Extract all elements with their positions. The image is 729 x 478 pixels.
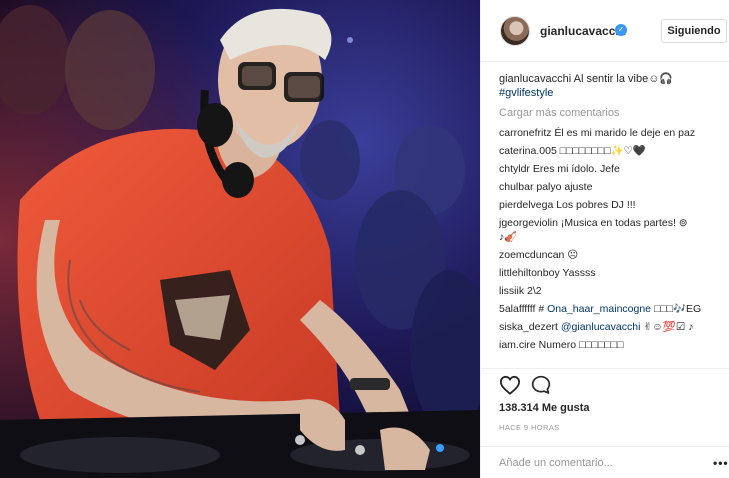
comment-text: Numero □□□□□□□ <box>535 339 624 351</box>
post-header: gianlucavacchi ✓ Siguiendo <box>481 0 729 62</box>
comment-text-tail: □□□🎶EG <box>651 303 702 315</box>
author-username[interactable]: gianlucavacchi <box>540 24 626 38</box>
comment-username[interactable]: jgeorgeviolin <box>499 217 558 229</box>
comment-text: Los pobres DJ !!! <box>553 199 636 211</box>
caption-hashtag[interactable]: #gvlifestyle <box>499 87 553 99</box>
comment-mention[interactable]: @gianlucavacchi <box>561 321 641 333</box>
caption-username[interactable]: gianlucavacchi <box>499 73 571 85</box>
comment-text: 2\2 <box>524 285 542 297</box>
comment-item: siska_dezert @gianlucavacchi ✌☺💯☑ ♪ <box>499 320 724 338</box>
comment-text: ☹ <box>564 249 579 261</box>
post-caption: gianlucavacchi Al sentir la vibe☺🎧 #gvli… <box>499 72 724 100</box>
comments-list: gianlucavacchi Al sentir la vibe☺🎧 #gvli… <box>499 72 724 356</box>
comment-item: littlehiltonboy Yassss <box>499 266 724 284</box>
heart-icon[interactable] <box>499 375 521 395</box>
comment-username[interactable]: caterina.005 <box>499 145 557 157</box>
post-timestamp[interactable]: HACE 9 HORAS <box>499 423 560 432</box>
comment-item-continuation: ♪🎻 <box>499 230 724 248</box>
comment-username[interactable]: 5alaffffff <box>499 303 535 315</box>
load-more-comments-link[interactable]: Cargar más comentarios <box>499 106 724 120</box>
comment-text-tail: ✌☺💯☑ ♪ <box>640 321 694 333</box>
comment-username[interactable]: littlehiltonboy <box>499 267 560 279</box>
comment-item: jgeorgeviolin ¡Musica en todas partes! ⊚ <box>499 216 724 230</box>
caption-text: Al sentir la vibe☺🎧 <box>571 73 674 85</box>
comment-text: Yassss <box>559 267 596 279</box>
like-count[interactable]: 138.314 Me gusta <box>499 402 590 414</box>
comment-username[interactable]: chulbar <box>499 181 533 193</box>
post-actions: 138.314 Me gusta HACE 9 HORAS <box>481 368 729 446</box>
post-photo[interactable] <box>0 0 480 478</box>
post-side-panel: gianlucavacchi ✓ Siguiendo gianlucavacch… <box>480 0 729 478</box>
comment-item: carronefritz Él es mi marido le deje en … <box>499 126 724 144</box>
comment-text: Eres mi ídolo. Jefe <box>529 163 620 175</box>
comment-username[interactable]: zoemcduncan <box>499 249 564 261</box>
comment-mention[interactable]: Ona_haar_maincogne <box>547 303 651 315</box>
avatar[interactable] <box>500 16 530 46</box>
comment-item: lissiik 2\2 <box>499 284 724 302</box>
comment-username[interactable]: iam.cire <box>499 339 536 351</box>
comment-item: zoemcduncan ☹ <box>499 248 724 266</box>
dj-photo-illustration <box>0 0 480 478</box>
comment-text: # <box>535 303 548 315</box>
comment-item: pierdelvega Los pobres DJ !!! <box>499 198 724 216</box>
comment-text: palyo ajuste <box>533 181 593 193</box>
comment-item: 5alaffffff # Ona_haar_maincogne □□□🎶EG <box>499 302 724 320</box>
following-button[interactable]: Siguiendo <box>661 19 727 43</box>
add-comment-input[interactable] <box>499 455 689 471</box>
comment-text: ♪🎻 <box>499 231 518 243</box>
comment-username[interactable]: chtyldr <box>499 163 530 175</box>
comment-item: caterina.005 □□□□□□□□✨♡🖤 <box>499 144 724 162</box>
comment-username[interactable]: siska_dezert <box>499 321 558 333</box>
comment-item: chulbar palyo ajuste <box>499 180 724 198</box>
comment-text: □□□□□□□□✨♡🖤 <box>556 145 647 157</box>
comment-username[interactable]: pierdelvega <box>499 199 553 211</box>
comment-text: ¡Musica en todas partes! ⊚ <box>557 217 688 229</box>
comment-item: chtyldr Eres mi ídolo. Jefe <box>499 162 724 180</box>
comment-username[interactable]: carronefritz <box>499 127 552 139</box>
comment-item: iam.cire Numero □□□□□□□ <box>499 338 724 356</box>
comment-text: Él es mi marido le deje en paz <box>551 127 696 139</box>
verified-badge-icon: ✓ <box>615 24 627 36</box>
add-comment-bar: ••• <box>481 446 729 478</box>
more-options-icon[interactable]: ••• <box>713 456 729 470</box>
comment-username[interactable]: lissiik <box>499 285 524 297</box>
comment-bubble-icon[interactable] <box>531 375 551 395</box>
